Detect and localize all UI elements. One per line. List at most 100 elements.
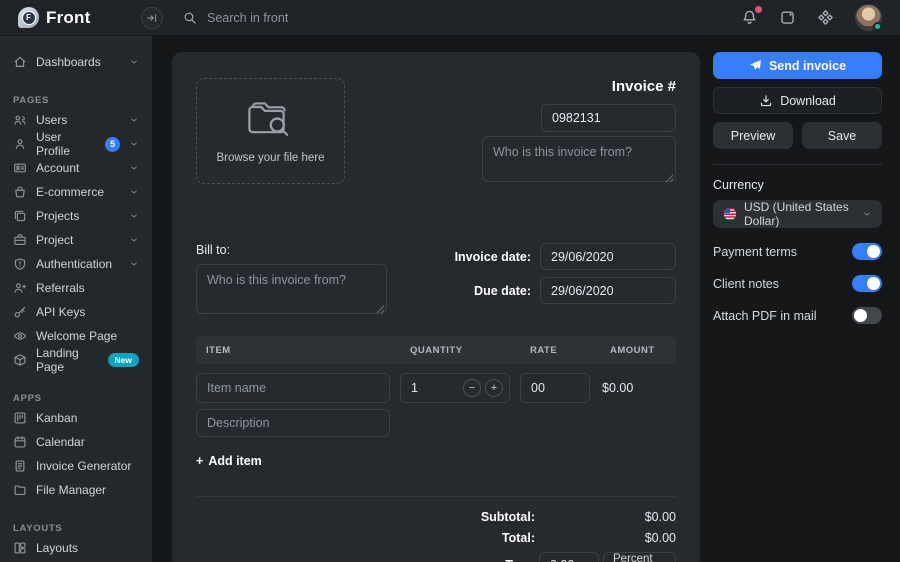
- totals-divider: [196, 496, 676, 497]
- user-avatar[interactable]: [855, 4, 882, 31]
- send-invoice-button[interactable]: Send invoice: [713, 52, 882, 79]
- bill-to-textarea[interactable]: [196, 264, 387, 314]
- sidebar-item-label: Welcome Page: [36, 329, 117, 343]
- item-row: − + $0.00: [196, 373, 676, 403]
- calendar-icon: [13, 435, 27, 449]
- sidebar-collapse-button[interactable]: [141, 7, 163, 29]
- id-card-icon: [13, 161, 27, 175]
- search-input[interactable]: [207, 11, 387, 25]
- description-input[interactable]: [196, 409, 390, 437]
- chevron-down-icon: [129, 235, 139, 245]
- currency-value: USD (United States Dollar): [744, 200, 855, 228]
- main-content: Browse your file here Invoice # Bill to:…: [152, 36, 900, 562]
- client-notes-label: Client notes: [713, 277, 779, 291]
- basket-icon: [13, 185, 27, 199]
- brand-logo[interactable]: F Front: [0, 7, 152, 28]
- due-date-label: Due date:: [395, 284, 540, 298]
- folder-icon: [13, 483, 27, 497]
- actions-panel: Send invoice Download Preview Save Curre…: [713, 52, 882, 562]
- payment-terms-toggle[interactable]: [852, 243, 882, 260]
- apps-grid-icon[interactable]: [817, 9, 834, 26]
- sidebar-item-account[interactable]: Account: [0, 156, 152, 180]
- sidebar-item-project[interactable]: Project: [0, 228, 152, 252]
- due-date-input[interactable]: [540, 277, 676, 304]
- global-search: [183, 11, 387, 25]
- attach-pdf-row: Attach PDF in mail: [713, 307, 882, 324]
- sidebar-item-projects[interactable]: Projects: [0, 204, 152, 228]
- shield-icon: [13, 257, 27, 271]
- sidebar-item-calendar[interactable]: Calendar: [0, 430, 152, 454]
- sidebar-item-label: E-commerce: [36, 185, 104, 199]
- sidebar-item-layouts[interactable]: Layouts: [0, 536, 152, 560]
- rate-input[interactable]: [520, 373, 590, 403]
- online-status-dot: [873, 22, 882, 31]
- currency-select[interactable]: USD (United States Dollar): [713, 200, 882, 228]
- subtotal-value: $0.00: [535, 510, 676, 524]
- eye-icon: [13, 329, 27, 343]
- sidebar-item-authentication[interactable]: Authentication: [0, 252, 152, 276]
- save-button[interactable]: Save: [802, 122, 882, 149]
- total-label: Total:: [502, 531, 535, 545]
- notification-bell-icon[interactable]: [741, 9, 758, 26]
- sidebar-item-kanban[interactable]: Kanban: [0, 406, 152, 430]
- navbar-actions: [741, 4, 900, 31]
- tax-input[interactable]: [539, 552, 599, 562]
- sidebar-section-pages: Pages: [0, 88, 152, 106]
- sidebar-section-apps: Apps: [0, 386, 152, 404]
- item-name-input[interactable]: [196, 373, 390, 403]
- bill-to-label: Bill to:: [196, 243, 387, 257]
- chevron-down-icon: [129, 187, 139, 197]
- tax-label: Tax:: [505, 558, 530, 562]
- invoice-number-heading: Invoice #: [612, 78, 676, 95]
- top-navbar: F Front: [0, 0, 900, 36]
- sidebar-item-ecommerce[interactable]: E-commerce: [0, 180, 152, 204]
- preview-button[interactable]: Preview: [713, 122, 793, 149]
- chevron-down-icon: [129, 139, 139, 149]
- us-flag-icon: [723, 207, 737, 221]
- attach-pdf-label: Attach PDF in mail: [713, 309, 817, 323]
- download-icon: [759, 94, 773, 108]
- download-button[interactable]: Download: [713, 87, 882, 114]
- sidebar-section-layouts: Layouts: [0, 516, 152, 534]
- invoice-date-input[interactable]: [540, 243, 676, 270]
- send-plane-icon: [749, 59, 762, 72]
- invoice-date-label: Invoice date:: [395, 250, 540, 264]
- person-icon: [13, 137, 27, 151]
- stack-icon: [13, 209, 27, 223]
- sidebar-item-users[interactable]: Users: [0, 108, 152, 132]
- invoice-number-input[interactable]: [541, 104, 676, 132]
- attach-pdf-toggle[interactable]: [852, 307, 882, 324]
- sidebar-item-label: Projects: [36, 209, 79, 223]
- layout-icon: [13, 541, 27, 555]
- payment-terms-row: Payment terms: [713, 243, 882, 260]
- sidebar-item-landing-page[interactable]: Landing Page New: [0, 348, 152, 372]
- sidebar-item-welcome-page[interactable]: Welcome Page: [0, 324, 152, 348]
- cube-icon: [13, 353, 27, 367]
- sidebar-item-file-manager[interactable]: File Manager: [0, 478, 152, 502]
- quantity-stepper: − +: [400, 373, 510, 403]
- tax-unit-select[interactable]: Percent (%): [603, 552, 676, 562]
- add-item-button[interactable]: + Add item: [196, 454, 262, 468]
- plus-icon: +: [196, 454, 203, 468]
- sidebar-item-user-profile[interactable]: User Profile 5: [0, 132, 152, 156]
- unfold-window-icon[interactable]: [779, 9, 796, 26]
- sidebar-item-invoice-generator[interactable]: Invoice Generator: [0, 454, 152, 478]
- client-notes-toggle[interactable]: [852, 275, 882, 292]
- sidebar-item-label: Users: [36, 113, 67, 127]
- sidebar-item-api-keys[interactable]: API Keys: [0, 300, 152, 324]
- logo-upload-dropzone[interactable]: Browse your file here: [196, 78, 345, 184]
- users-icon: [13, 113, 27, 127]
- quantity-increase-button[interactable]: +: [485, 379, 503, 397]
- person-plus-icon: [13, 281, 27, 295]
- sidebar-item-referrals[interactable]: Referrals: [0, 276, 152, 300]
- sidebar-nav: Dashboards Pages Users User Profile 5 Ac…: [0, 36, 152, 562]
- chevron-down-icon: [129, 163, 139, 173]
- totals-section: Subtotal: $0.00 Total: $0.00 Tax: Percen…: [196, 510, 676, 562]
- chevron-down-icon: [129, 57, 139, 67]
- sidebar-item-dashboards[interactable]: Dashboards: [0, 50, 152, 74]
- sidebar-item-label: Account: [36, 161, 79, 175]
- quantity-decrease-button[interactable]: −: [463, 379, 481, 397]
- invoice-from-textarea[interactable]: [482, 136, 676, 182]
- col-header-rate: Rate: [530, 345, 600, 356]
- total-value: $0.00: [535, 531, 676, 545]
